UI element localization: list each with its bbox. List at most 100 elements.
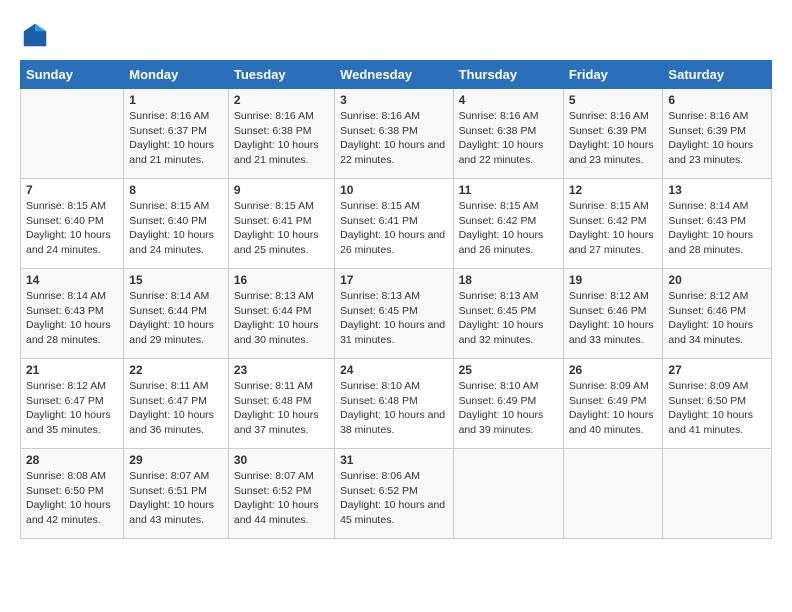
cell-content: Sunrise: 8:09 AM Sunset: 6:50 PM Dayligh… <box>668 379 766 438</box>
header-cell-sunday: Sunday <box>21 61 124 89</box>
day-number: 12 <box>569 183 658 197</box>
header-cell-thursday: Thursday <box>453 61 563 89</box>
calendar-cell: 5 Sunrise: 8:16 AM Sunset: 6:39 PM Daylig… <box>563 89 663 179</box>
week-row-1: 7 Sunrise: 8:15 AM Sunset: 6:40 PM Daylig… <box>21 179 772 269</box>
cell-content: Sunrise: 8:13 AM Sunset: 6:45 PM Dayligh… <box>459 289 558 348</box>
calendar-cell <box>663 449 772 539</box>
calendar-table: SundayMondayTuesdayWednesdayThursdayFrid… <box>20 60 772 539</box>
calendar-cell <box>21 89 124 179</box>
calendar-cell: 20Sunrise: 8:12 AM Sunset: 6:46 PM Dayli… <box>663 269 772 359</box>
cell-content: Sunrise: 8:14 AM Sunset: 6:43 PM Dayligh… <box>26 289 118 348</box>
header-cell-saturday: Saturday <box>663 61 772 89</box>
cell-content: Sunrise: 8:13 AM Sunset: 6:44 PM Dayligh… <box>234 289 329 348</box>
calendar-cell: 30 Sunrise: 8:07 AM Sunset: 6:52 PM Dayli… <box>228 449 334 539</box>
week-row-4: 28 Sunrise: 8:08 AM Sunset: 6:50 PM Dayli… <box>21 449 772 539</box>
cell-content: Sunrise: 8:11 AM Sunset: 6:48 PM Dayligh… <box>234 379 329 438</box>
calendar-cell: 6 Sunrise: 8:16 AM Sunset: 6:39 PM Daylig… <box>663 89 772 179</box>
cell-content: Sunrise: 8:16 AM Sunset: 6:38 PM Dayligh… <box>234 109 329 168</box>
header-cell-tuesday: Tuesday <box>228 61 334 89</box>
calendar-cell: 1 Sunrise: 8:16 AM Sunset: 6:37 PM Daylig… <box>124 89 229 179</box>
calendar-cell: 22 Sunrise: 8:11 AM Sunset: 6:47 PM Dayli… <box>124 359 229 449</box>
cell-content: Sunrise: 8:08 AM Sunset: 6:50 PM Dayligh… <box>26 469 118 528</box>
cell-content: Sunrise: 8:16 AM Sunset: 6:39 PM Dayligh… <box>569 109 658 168</box>
day-number: 26 <box>569 363 658 377</box>
calendar-cell: 13Sunrise: 8:14 AM Sunset: 6:43 PM Dayli… <box>663 179 772 269</box>
day-number: 5 <box>569 93 658 107</box>
day-number: 27 <box>668 363 766 377</box>
week-row-0: 1 Sunrise: 8:16 AM Sunset: 6:37 PM Daylig… <box>21 89 772 179</box>
cell-content: Sunrise: 8:16 AM Sunset: 6:38 PM Dayligh… <box>340 109 447 168</box>
cell-content: Sunrise: 8:14 AM Sunset: 6:44 PM Dayligh… <box>129 289 223 348</box>
cell-content: Sunrise: 8:16 AM Sunset: 6:37 PM Dayligh… <box>129 109 223 168</box>
cell-content: Sunrise: 8:07 AM Sunset: 6:51 PM Dayligh… <box>129 469 223 528</box>
day-number: 8 <box>129 183 223 197</box>
cell-content: Sunrise: 8:06 AM Sunset: 6:52 PM Dayligh… <box>340 469 447 528</box>
day-number: 24 <box>340 363 447 377</box>
calendar-cell: 31 Sunrise: 8:06 AM Sunset: 6:52 PM Dayli… <box>335 449 453 539</box>
header-cell-wednesday: Wednesday <box>335 61 453 89</box>
calendar-cell: 9 Sunrise: 8:15 AM Sunset: 6:41 PM Daylig… <box>228 179 334 269</box>
calendar-cell: 17Sunrise: 8:13 AM Sunset: 6:45 PM Dayli… <box>335 269 453 359</box>
calendar-cell: 4 Sunrise: 8:16 AM Sunset: 6:38 PM Daylig… <box>453 89 563 179</box>
calendar-cell: 12 Sunrise: 8:15 AM Sunset: 6:42 PM Dayli… <box>563 179 663 269</box>
day-number: 22 <box>129 363 223 377</box>
cell-content: Sunrise: 8:10 AM Sunset: 6:48 PM Dayligh… <box>340 379 447 438</box>
cell-content: Sunrise: 8:07 AM Sunset: 6:52 PM Dayligh… <box>234 469 329 528</box>
calendar-cell: 3 Sunrise: 8:16 AM Sunset: 6:38 PM Daylig… <box>335 89 453 179</box>
day-number: 15 <box>129 273 223 287</box>
day-number: 17 <box>340 273 447 287</box>
week-row-3: 21Sunrise: 8:12 AM Sunset: 6:47 PM Dayli… <box>21 359 772 449</box>
cell-content: Sunrise: 8:15 AM Sunset: 6:42 PM Dayligh… <box>569 199 658 258</box>
header-row: SundayMondayTuesdayWednesdayThursdayFrid… <box>21 61 772 89</box>
day-number: 6 <box>668 93 766 107</box>
cell-content: Sunrise: 8:09 AM Sunset: 6:49 PM Dayligh… <box>569 379 658 438</box>
day-number: 18 <box>459 273 558 287</box>
calendar-cell: 8 Sunrise: 8:15 AM Sunset: 6:40 PM Daylig… <box>124 179 229 269</box>
day-number: 2 <box>234 93 329 107</box>
day-number: 20 <box>668 273 766 287</box>
day-number: 9 <box>234 183 329 197</box>
calendar-cell: 11 Sunrise: 8:15 AM Sunset: 6:42 PM Dayli… <box>453 179 563 269</box>
cell-content: Sunrise: 8:15 AM Sunset: 6:40 PM Dayligh… <box>129 199 223 258</box>
day-number: 21 <box>26 363 118 377</box>
calendar-cell: 19Sunrise: 8:12 AM Sunset: 6:46 PM Dayli… <box>563 269 663 359</box>
cell-content: Sunrise: 8:15 AM Sunset: 6:41 PM Dayligh… <box>340 199 447 258</box>
day-number: 25 <box>459 363 558 377</box>
calendar-cell: 16 Sunrise: 8:13 AM Sunset: 6:44 PM Dayli… <box>228 269 334 359</box>
day-number: 4 <box>459 93 558 107</box>
day-number: 11 <box>459 183 558 197</box>
calendar-cell: 18 Sunrise: 8:13 AM Sunset: 6:45 PM Dayli… <box>453 269 563 359</box>
day-number: 19 <box>569 273 658 287</box>
cell-content: Sunrise: 8:15 AM Sunset: 6:41 PM Dayligh… <box>234 199 329 258</box>
day-number: 7 <box>26 183 118 197</box>
calendar-cell: 24 Sunrise: 8:10 AM Sunset: 6:48 PM Dayli… <box>335 359 453 449</box>
calendar-cell: 29 Sunrise: 8:07 AM Sunset: 6:51 PM Dayli… <box>124 449 229 539</box>
day-number: 1 <box>129 93 223 107</box>
calendar-cell: 28 Sunrise: 8:08 AM Sunset: 6:50 PM Dayli… <box>21 449 124 539</box>
cell-content: Sunrise: 8:10 AM Sunset: 6:49 PM Dayligh… <box>459 379 558 438</box>
header-cell-monday: Monday <box>124 61 229 89</box>
header <box>20 20 772 50</box>
calendar-cell: 26 Sunrise: 8:09 AM Sunset: 6:49 PM Dayli… <box>563 359 663 449</box>
cell-content: Sunrise: 8:14 AM Sunset: 6:43 PM Dayligh… <box>668 199 766 258</box>
day-number: 3 <box>340 93 447 107</box>
cell-content: Sunrise: 8:16 AM Sunset: 6:39 PM Dayligh… <box>668 109 766 168</box>
calendar-cell: 23 Sunrise: 8:11 AM Sunset: 6:48 PM Dayli… <box>228 359 334 449</box>
calendar-cell <box>453 449 563 539</box>
day-number: 14 <box>26 273 118 287</box>
day-number: 10 <box>340 183 447 197</box>
calendar-cell <box>563 449 663 539</box>
day-number: 29 <box>129 453 223 467</box>
cell-content: Sunrise: 8:15 AM Sunset: 6:42 PM Dayligh… <box>459 199 558 258</box>
calendar-cell: 27 Sunrise: 8:09 AM Sunset: 6:50 PM Dayli… <box>663 359 772 449</box>
cell-content: Sunrise: 8:11 AM Sunset: 6:47 PM Dayligh… <box>129 379 223 438</box>
calendar-cell: 15 Sunrise: 8:14 AM Sunset: 6:44 PM Dayli… <box>124 269 229 359</box>
cell-content: Sunrise: 8:16 AM Sunset: 6:38 PM Dayligh… <box>459 109 558 168</box>
day-number: 31 <box>340 453 447 467</box>
day-number: 28 <box>26 453 118 467</box>
calendar-cell: 7Sunrise: 8:15 AM Sunset: 6:40 PM Daylig… <box>21 179 124 269</box>
day-number: 23 <box>234 363 329 377</box>
day-number: 16 <box>234 273 329 287</box>
day-number: 30 <box>234 453 329 467</box>
calendar-cell: 14 Sunrise: 8:14 AM Sunset: 6:43 PM Dayli… <box>21 269 124 359</box>
